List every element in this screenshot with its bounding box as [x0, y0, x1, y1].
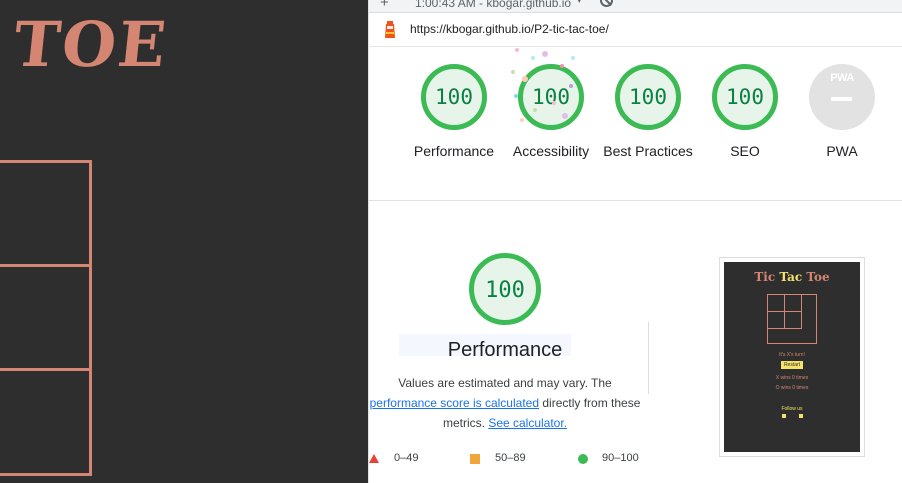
thumbnail-restart-button: Restart	[781, 361, 803, 369]
gauge-score: 100	[629, 85, 667, 109]
thumbnail-o-wins: O wins 0 times	[775, 385, 809, 391]
final-screenshot-thumbnail[interactable]: Tic Tac Toe It's X's turn! Restart X win…	[719, 257, 865, 457]
performance-title: Performance	[447, 339, 563, 361]
social-icon	[782, 414, 786, 418]
report-url-bar: https://kbogar.github.io/P2-tic-tac-toe/	[369, 13, 902, 47]
board-cell[interactable]	[0, 160, 92, 267]
circle-icon	[578, 454, 588, 464]
gauge-label: SEO	[730, 143, 760, 159]
report-topbar: + 1:00:43 AM - kbogar.github.io ▾	[369, 0, 902, 13]
report-url[interactable]: https://kbogar.github.io/P2-tic-tac-toe/	[410, 22, 609, 36]
performance-score-gauge: 100	[469, 253, 541, 325]
pwa-badge-icon: PWA	[809, 64, 875, 130]
thumbnail-cell	[767, 294, 785, 312]
game-page: TOE	[0, 0, 368, 483]
thumbnail-page: Tic Tac Toe It's X's turn! Restart X win…	[724, 262, 860, 452]
social-icon	[799, 414, 803, 418]
lighthouse-icon	[385, 21, 395, 38]
score-ring: 100	[421, 64, 487, 130]
thumbnail-x-wins: X wins 0 times	[775, 375, 809, 381]
legend-label: 0–49	[394, 452, 419, 464]
gauge-score: 100	[435, 85, 473, 109]
board-cell[interactable]	[0, 264, 92, 371]
pwa-dash	[831, 97, 852, 101]
block-icon[interactable]	[600, 0, 613, 7]
add-icon[interactable]: +	[380, 0, 389, 11]
section-divider	[369, 200, 902, 201]
pwa-badge-text: PWA	[830, 72, 854, 84]
thumbnail-follow-text: Follow us	[781, 406, 803, 412]
legend-label: 50–89	[495, 452, 526, 464]
see-calculator-link[interactable]: See calculator.	[488, 416, 567, 430]
board-cell[interactable]	[0, 368, 92, 476]
report-time: 1:00:43 AM - kbogar.github.io	[415, 0, 572, 10]
gauge-label: PWA	[826, 143, 858, 159]
chevron-down-icon[interactable]: ▾	[577, 0, 582, 6]
gauge-accessibility[interactable]: 100 Accessibility	[506, 64, 596, 161]
legend-label: 90–100	[602, 452, 639, 464]
gauge-seo[interactable]: 100 SEO	[700, 64, 790, 161]
score-ring: 100	[615, 64, 681, 130]
thumbnail-cell	[784, 294, 802, 312]
score-ring: 100	[518, 64, 584, 130]
gauge-score: 100	[532, 85, 570, 109]
gauge-best-practices[interactable]: 100 Best Practices	[603, 64, 693, 161]
gauge-label: Performance	[413, 143, 495, 159]
thumbnail-title: Tic Tac Toe	[724, 270, 860, 284]
thumbnail-title-word: Toe	[806, 270, 830, 284]
gauge-score: 100	[726, 85, 764, 109]
thumbnail-title-word: Tac	[779, 270, 803, 284]
score-ring: 100	[712, 64, 778, 130]
triangle-icon	[369, 454, 379, 463]
score-calculated-link[interactable]: performance score is calculated	[370, 396, 539, 410]
thumbnail-title-word: Tic	[754, 270, 776, 284]
gauge-label: Accessibility	[512, 143, 590, 159]
lighthouse-report: + 1:00:43 AM - kbogar.github.io ▾ https:…	[368, 0, 902, 483]
performance-score: 100	[485, 278, 525, 303]
thumbnail-cell	[784, 311, 802, 329]
thumbnail-turn-text: It's X's turn!	[779, 352, 805, 358]
desc-text: Values are estimated and may vary. The	[398, 376, 612, 390]
thumbnail-board	[767, 294, 817, 344]
square-icon	[470, 454, 480, 464]
gauge-pwa[interactable]: PWA PWA	[797, 64, 887, 161]
thumbnail-cell	[767, 311, 785, 329]
vertical-divider	[648, 322, 649, 394]
gauge-label: Best Practices	[603, 143, 693, 159]
gauge-performance[interactable]: 100 Performance	[409, 64, 499, 161]
performance-description: Values are estimated and may vary. The p…	[369, 373, 641, 433]
game-title: TOE	[10, 8, 172, 81]
